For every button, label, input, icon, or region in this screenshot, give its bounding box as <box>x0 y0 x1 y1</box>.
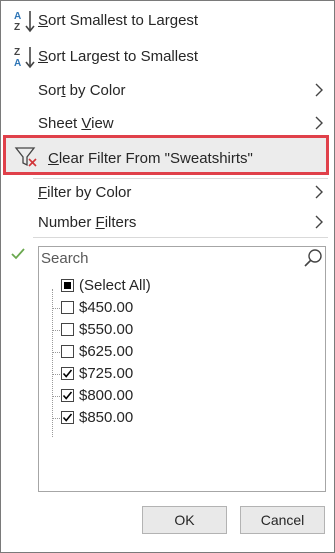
item-checkbox[interactable] <box>61 301 74 314</box>
chevron-right-icon <box>315 215 323 229</box>
list-item-label: $625.00 <box>79 343 134 360</box>
chevron-right-icon <box>315 185 323 199</box>
list-item[interactable]: $550.00 <box>39 319 319 341</box>
item-checkbox[interactable] <box>61 323 74 336</box>
value-list[interactable]: (Select All) $450.00 $550.00 $625.00 $72… <box>38 269 326 492</box>
select-all-checkbox[interactable] <box>61 279 74 292</box>
list-item[interactable]: $625.00 <box>39 341 319 363</box>
svg-text:Z: Z <box>14 22 20 33</box>
chevron-right-icon <box>315 83 323 97</box>
menu-sheet-view[interactable]: Sheet View <box>1 108 334 138</box>
svg-text:A: A <box>14 11 21 22</box>
sort-za-icon: Z A <box>14 47 35 69</box>
search-icon[interactable] <box>303 248 323 268</box>
list-item-label: $725.00 <box>79 365 134 382</box>
filter-dropdown-panel: A Z Sort Smallest to Largest Z A Sort La… <box>0 0 335 553</box>
list-item[interactable]: $450.00 <box>39 297 319 319</box>
item-checkbox[interactable] <box>61 345 74 358</box>
menu-label: Clear Filter From "Sweatshirts" <box>48 149 253 167</box>
list-item[interactable]: $850.00 <box>39 407 319 429</box>
list-item-label: $800.00 <box>79 387 134 404</box>
list-item[interactable]: $800.00 <box>39 385 319 407</box>
list-item-label: (Select All) <box>79 277 151 294</box>
checkmark-icon <box>11 248 25 260</box>
item-checkbox[interactable] <box>61 411 74 424</box>
menu-label: Sort Largest to Smallest <box>38 47 199 65</box>
menu-sort-ascending[interactable]: A Z Sort Smallest to Largest <box>1 5 334 35</box>
list-item-label: $450.00 <box>79 299 134 316</box>
list-item-label: $550.00 <box>79 321 134 338</box>
svg-text:A: A <box>14 58 21 69</box>
menu-number-filters[interactable]: Number Filters <box>1 207 334 237</box>
list-item[interactable]: $725.00 <box>39 363 319 385</box>
sort-az-icon: A Z <box>14 11 35 33</box>
cancel-button[interactable]: Cancel <box>240 506 325 534</box>
menu-separator <box>33 237 328 238</box>
menu-label: Filter by Color <box>38 183 132 201</box>
item-checkbox[interactable] <box>61 367 74 380</box>
search-input[interactable] <box>39 247 299 269</box>
menu-sort-descending[interactable]: Z A Sort Largest to Smallest <box>1 41 334 71</box>
list-item-select-all[interactable]: (Select All) <box>39 275 319 297</box>
menu-filter-by-color[interactable]: Filter by Color <box>1 177 334 207</box>
item-checkbox[interactable] <box>61 389 74 402</box>
svg-text:Z: Z <box>14 47 20 58</box>
search-box <box>38 246 326 270</box>
menu-clear-filter[interactable]: Clear Filter From "Sweatshirts" <box>1 143 334 173</box>
menu-label: Sort by Color <box>38 81 126 99</box>
ok-button[interactable]: OK <box>142 506 227 534</box>
menu-label: Sheet View <box>38 114 114 132</box>
menu-label: Sort Smallest to Largest <box>38 11 199 29</box>
list-item-label: $850.00 <box>79 409 134 426</box>
menu-sort-by-color[interactable]: Sort by Color <box>1 75 334 105</box>
menu-label: Number Filters <box>38 213 137 231</box>
chevron-right-icon <box>315 116 323 130</box>
